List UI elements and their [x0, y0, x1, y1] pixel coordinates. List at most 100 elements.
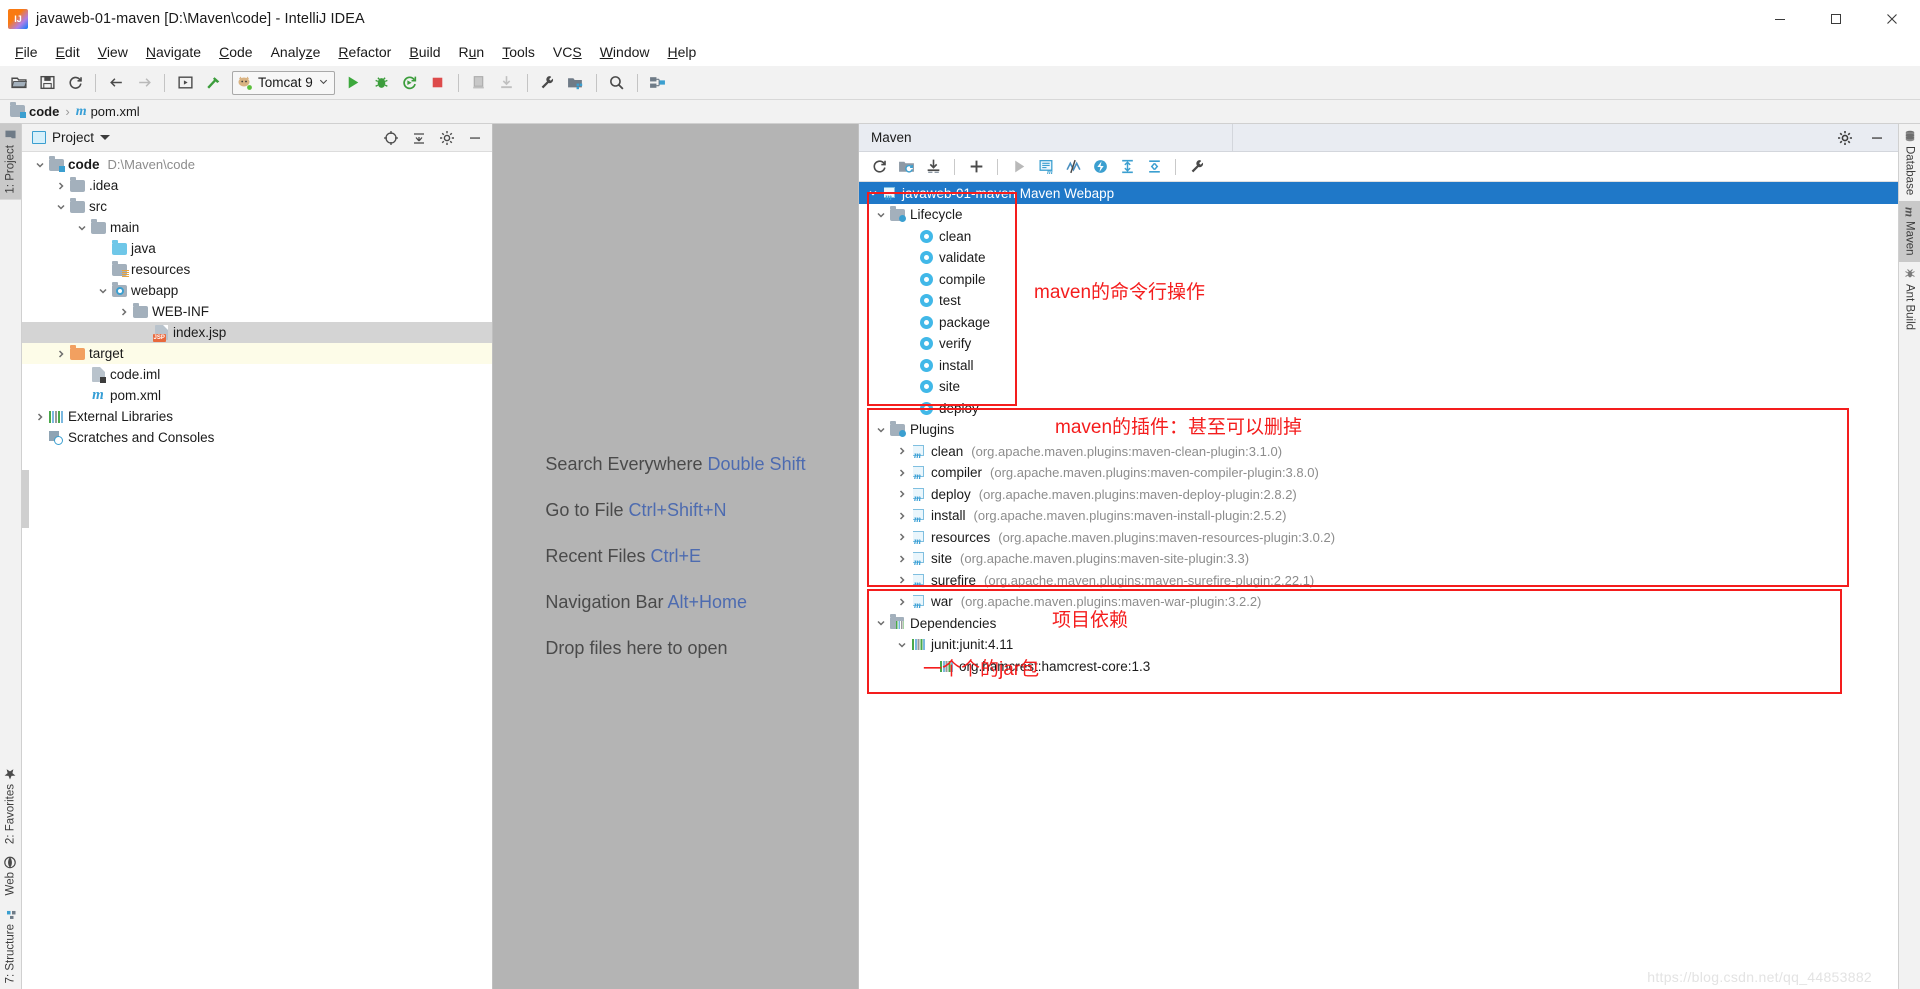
maven-goal-install[interactable]: install [859, 355, 1898, 377]
menu-build[interactable]: Build [400, 41, 449, 63]
back-arrow-icon[interactable] [103, 70, 129, 96]
compile-icon[interactable] [172, 70, 198, 96]
stop-red-square-icon[interactable] [425, 70, 451, 96]
editor-empty-area[interactable]: Search Everywhere Double Shift Go to Fil… [493, 124, 858, 989]
project-tree[interactable]: code D:\Maven\code .idea src main java r… [22, 152, 492, 989]
collapse-all-icon[interactable] [410, 129, 428, 147]
maven-plugins-node[interactable]: Plugins [859, 419, 1898, 441]
maven-dependencies-node[interactable]: Dependencies [859, 613, 1898, 635]
tree-item-index-jsp[interactable]: JSP index.jsp [22, 322, 492, 343]
add-maven-project-icon[interactable] [964, 155, 988, 179]
chevron-down-icon[interactable] [95, 286, 110, 296]
maximize-icon[interactable] [1808, 0, 1864, 38]
maven-dependency-junit[interactable]: junit:junit:4.11 [859, 634, 1898, 656]
sidebar-item-database[interactable]: Database [1899, 124, 1920, 201]
maven-plugin-clean[interactable]: m clean (org.apache.maven.plugins:maven-… [859, 441, 1898, 463]
update-application-icon[interactable] [466, 70, 492, 96]
project-structure-icon[interactable] [563, 70, 589, 96]
chevron-down-icon[interactable] [32, 160, 47, 170]
chevron-down-icon[interactable] [894, 640, 909, 650]
tree-item-resources[interactable]: resources [22, 259, 492, 280]
gear-icon[interactable] [1836, 129, 1854, 147]
chevron-right-icon[interactable] [894, 532, 909, 542]
chevron-right-icon[interactable] [894, 554, 909, 564]
chevron-down-icon[interactable] [318, 74, 329, 92]
chevron-right-icon[interactable] [894, 446, 909, 456]
menu-run[interactable]: Run [450, 41, 494, 63]
reimport-icon[interactable] [867, 155, 891, 179]
sidebar-item-project[interactable]: 1: Project [0, 124, 21, 200]
hide-icon[interactable] [1868, 129, 1886, 147]
scroll-from-source-icon[interactable] [382, 129, 400, 147]
chevron-right-icon[interactable] [32, 412, 47, 422]
minimize-icon[interactable] [1752, 0, 1808, 38]
chevron-down-icon[interactable] [865, 188, 880, 198]
synchronize-icon[interactable] [62, 70, 88, 96]
maven-goal-verify[interactable]: verify [859, 333, 1898, 355]
maven-plugin-site[interactable]: m site (org.apache.maven.plugins:maven-s… [859, 548, 1898, 570]
chevron-right-icon[interactable] [894, 489, 909, 499]
chevron-right-icon[interactable] [894, 597, 909, 607]
build-hammer-icon[interactable] [200, 70, 226, 96]
maven-goal-site[interactable]: site [859, 376, 1898, 398]
maven-settings-icon[interactable] [1185, 155, 1209, 179]
maven-goal-compile[interactable]: compile [859, 269, 1898, 291]
menu-help[interactable]: Help [659, 41, 706, 63]
maven-goal-validate[interactable]: validate [859, 247, 1898, 269]
chevron-right-icon[interactable] [894, 468, 909, 478]
deploy-icon[interactable] [494, 70, 520, 96]
tree-scrollbar[interactable] [22, 470, 29, 528]
menu-edit[interactable]: Edit [47, 41, 89, 63]
sidebar-item-favorites[interactable]: 2: Favorites [0, 762, 21, 850]
gear-icon[interactable] [438, 129, 456, 147]
execute-maven-goal-icon[interactable]: m [1034, 155, 1058, 179]
expand-all-icon[interactable] [1115, 155, 1139, 179]
toggle-offline-mode-icon[interactable] [1088, 155, 1112, 179]
breadcrumb-root[interactable]: code [29, 104, 59, 119]
maven-plugin-compiler[interactable]: m compiler (org.apache.maven.plugins:mav… [859, 462, 1898, 484]
tree-item-code[interactable]: code D:\Maven\code [22, 154, 492, 175]
maven-plugin-install[interactable]: m install (org.apache.maven.plugins:mave… [859, 505, 1898, 527]
wrench-settings-icon[interactable] [535, 70, 561, 96]
maven-goal-test[interactable]: test [859, 290, 1898, 312]
menu-window[interactable]: Window [591, 41, 659, 63]
menu-file[interactable]: File [6, 41, 47, 63]
chevron-down-icon[interactable] [53, 202, 68, 212]
tree-item-code-iml[interactable]: code.iml [22, 364, 492, 385]
run-configuration-selector[interactable]: Tomcat 9 [232, 70, 335, 95]
tree-item-target[interactable]: target [22, 343, 492, 364]
tree-item-pom-xml[interactable]: m pom.xml [22, 385, 492, 406]
menu-code[interactable]: Code [210, 41, 261, 63]
tree-item-src[interactable]: src [22, 196, 492, 217]
chevron-down-icon[interactable] [873, 425, 888, 435]
chevron-right-icon[interactable] [116, 307, 131, 317]
tree-item-webapp[interactable]: webapp [22, 280, 492, 301]
chevron-right-icon[interactable] [53, 349, 68, 359]
toggle-skip-tests-icon[interactable] [1061, 155, 1085, 179]
sidebar-item-ant-build[interactable]: Ant Build [1899, 262, 1920, 336]
tree-item-external-libraries[interactable]: External Libraries [22, 406, 492, 427]
open-folder-icon[interactable] [6, 70, 32, 96]
chevron-down-icon[interactable] [100, 135, 111, 140]
run-green-play-icon[interactable] [341, 70, 367, 96]
tab-maven[interactable]: Maven [859, 124, 1233, 151]
run-with-coverage-icon[interactable] [397, 70, 423, 96]
tree-item-idea[interactable]: .idea [22, 175, 492, 196]
tree-item-scratches-and-consoles[interactable]: Scratches and Consoles [22, 427, 492, 448]
chevron-down-icon[interactable] [873, 210, 888, 220]
chevron-right-icon[interactable] [894, 575, 909, 585]
sidebar-item-web[interactable]: Web [0, 850, 21, 901]
download-sources-icon[interactable] [921, 155, 945, 179]
save-all-icon[interactable] [34, 70, 60, 96]
maven-plugin-deploy[interactable]: m deploy (org.apache.maven.plugins:maven… [859, 484, 1898, 506]
maven-plugin-surefire[interactable]: m surefire (org.apache.maven.plugins:mav… [859, 570, 1898, 592]
maven-plugin-war[interactable]: m war (org.apache.maven.plugins:maven-wa… [859, 591, 1898, 613]
maven-plugin-resources[interactable]: m resources (org.apache.maven.plugins:ma… [859, 527, 1898, 549]
run-goal-icon[interactable] [1007, 155, 1031, 179]
chevron-down-icon[interactable] [74, 223, 89, 233]
hide-icon[interactable] [466, 129, 484, 147]
sidebar-item-structure[interactable]: 7: Structure [0, 902, 21, 989]
menu-navigate[interactable]: Navigate [137, 41, 210, 63]
sidebar-item-maven[interactable]: m Maven [1899, 201, 1920, 262]
menu-view[interactable]: View [89, 41, 137, 63]
